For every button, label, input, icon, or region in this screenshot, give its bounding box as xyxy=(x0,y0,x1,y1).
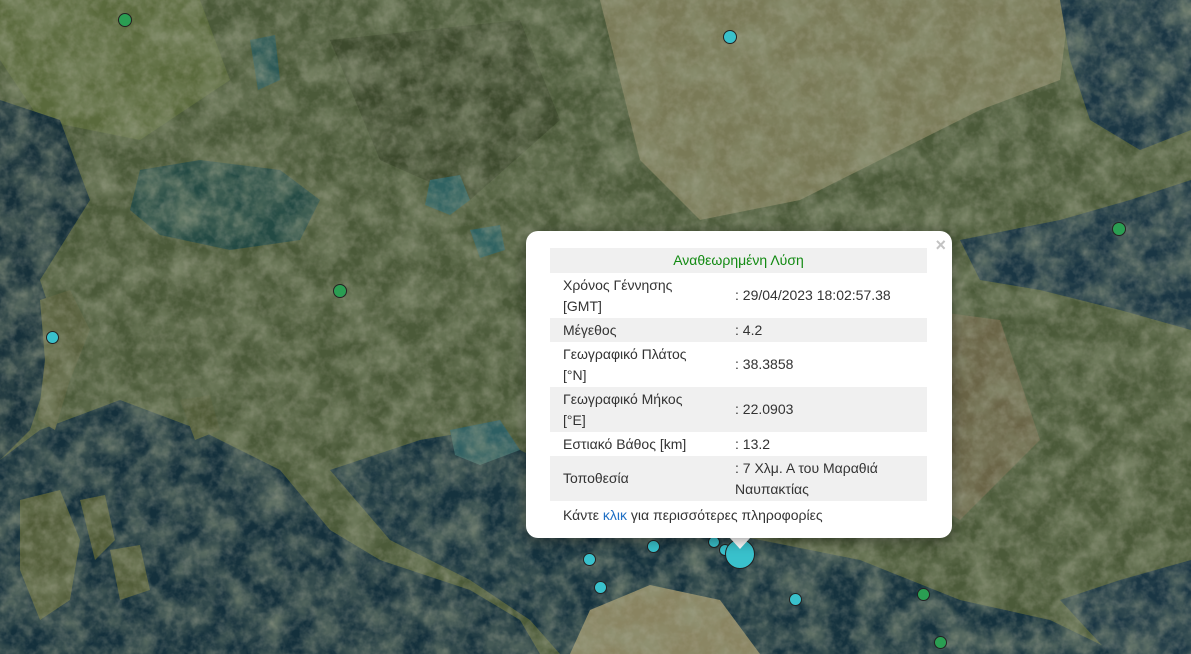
earthquake-marker-icon[interactable] xyxy=(789,593,802,606)
magnitude-label: Μέγεθος xyxy=(550,318,722,342)
table-row: Εστιακό Βάθος [km] : 13.2 xyxy=(550,432,927,456)
earthquake-marker-icon[interactable] xyxy=(723,30,737,44)
more-info-suffix: για περισσότερες πληροφορίες xyxy=(627,506,823,523)
earthquake-marker-icon[interactable] xyxy=(583,553,596,566)
earthquake-marker-icon[interactable] xyxy=(934,636,947,649)
earthquake-marker-icon[interactable] xyxy=(333,284,347,298)
magnitude-value: : 4.2 xyxy=(722,318,927,342)
earthquake-marker-icon[interactable] xyxy=(917,588,930,601)
origin-time-value: : 29/04/2023 18:02:57.38 xyxy=(735,287,891,303)
more-info-link[interactable]: κλικ xyxy=(603,507,627,523)
close-icon[interactable]: × xyxy=(935,235,946,255)
origin-time-label: Χρόνος Γέννησης [GMT] xyxy=(563,276,673,314)
popup-title: Αναθεωρημένη Λύση xyxy=(550,248,927,273)
earthquake-marker-icon[interactable] xyxy=(1112,222,1126,236)
earthquake-marker-icon[interactable] xyxy=(46,331,59,344)
popup-tip xyxy=(729,537,751,549)
longitude-label: Γεωγραφικό Μήκος [°E] xyxy=(550,387,722,432)
earthquake-marker-icon[interactable] xyxy=(647,540,660,553)
earthquake-info-table: Αναθεωρημένη Λύση Χρόνος Γέννησης [GMT] … xyxy=(550,248,927,528)
location-label: Τοποθεσία xyxy=(550,456,722,501)
depth-value: : 13.2 xyxy=(735,435,771,452)
more-info-text: Κάντε κλικ για περισσότερες πληροφορίες xyxy=(550,501,927,528)
table-row: Γεωγραφικό Μήκος [°E] : 22.0903 xyxy=(550,387,927,432)
earthquake-marker-icon[interactable] xyxy=(118,13,132,27)
longitude-value: : 22.0903 xyxy=(722,387,927,432)
table-row: Χρόνος Γέννησης [GMT] : 29/04/2023 18:02… xyxy=(550,273,927,318)
depth-label: Εστιακό Βάθος [km] xyxy=(563,435,687,452)
location-value: : 7 Χλμ. Α του Μαραθιά Ναυπακτίας xyxy=(722,456,927,501)
more-info-prefix: Κάντε xyxy=(563,506,603,523)
latitude-value: : 38.3858 xyxy=(735,356,794,372)
table-row: Γεωγραφικό Πλάτος [°N] : 38.3858 xyxy=(550,342,927,387)
table-row: Μέγεθος : 4.2 xyxy=(550,318,927,342)
popup-title-row: Αναθεωρημένη Λύση xyxy=(550,248,927,273)
table-row: Τοποθεσία : 7 Χλμ. Α του Μαραθιά Ναυπακτ… xyxy=(550,456,927,501)
earthquake-info-popup: × Αναθεωρημένη Λύση Χρόνος Γέννησης [GMT… xyxy=(526,231,952,538)
earthquake-marker-icon[interactable] xyxy=(594,581,607,594)
latitude-label: Γεωγραφικό Πλάτος [°N] xyxy=(563,345,687,383)
more-info-row: Κάντε κλικ για περισσότερες πληροφορίες xyxy=(550,501,927,528)
